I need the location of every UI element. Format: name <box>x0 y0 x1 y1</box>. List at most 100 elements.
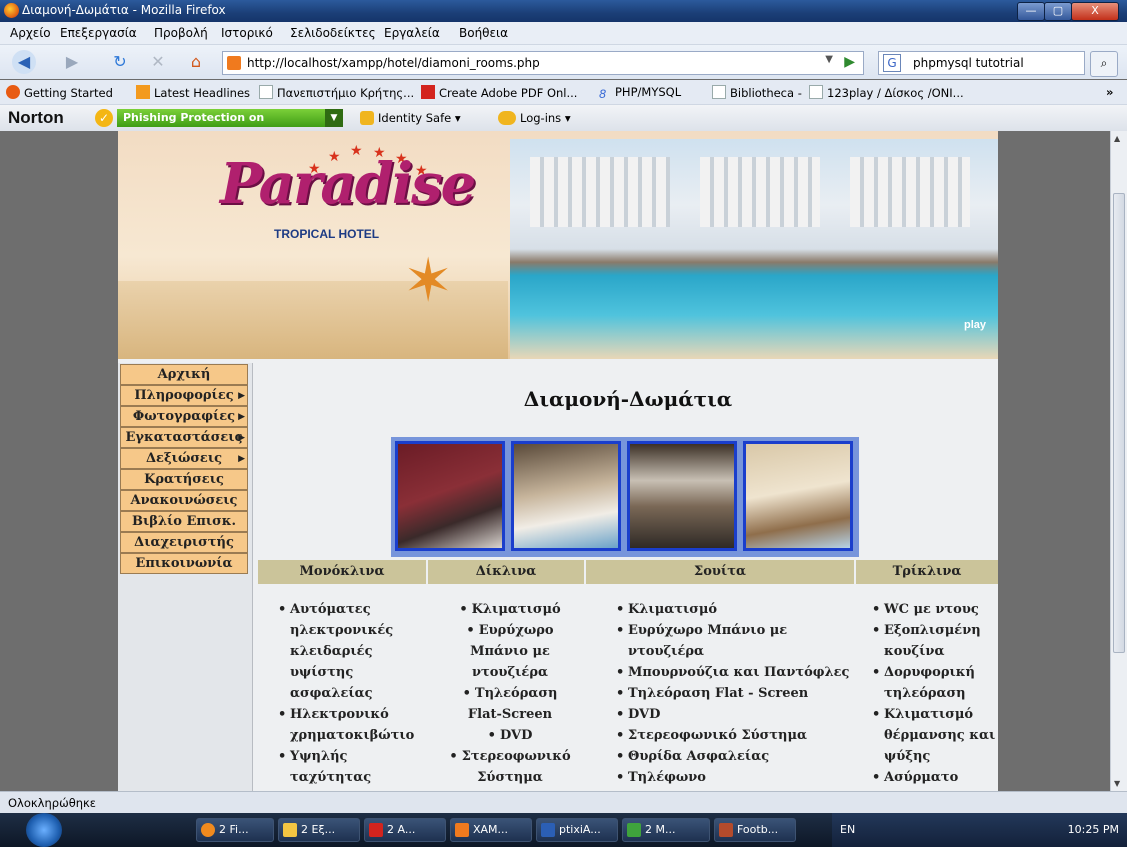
list-item: WC με ντους <box>870 599 998 620</box>
hotel-banner: ★ ★ ★ ★ ★ ★ Paradise TROPICAL HOTEL ✶ pl… <box>118 131 998 359</box>
menu-file[interactable]: Αρχείο <box>10 26 51 40</box>
taskbar-item-explorer[interactable]: 2 Εξ... <box>278 818 360 842</box>
firefox-bookmark-icon <box>6 85 20 99</box>
starfish-image: ✶ <box>403 246 454 316</box>
identity-safe-menu[interactable]: Identity Safe ▾ <box>360 111 461 125</box>
site-favicon <box>227 56 241 70</box>
search-icon[interactable]: ⌕ <box>1090 51 1118 77</box>
double-room-features: Κλιματισμό Ευρύχωρο Μπάνιο με ντουζιέρα … <box>448 599 572 788</box>
window-title: Διαμονή-Δωμάτια - Mozilla Firefox <box>22 3 226 17</box>
menu-edit[interactable]: Επεξεργασία <box>60 26 137 40</box>
sidebar-item-info[interactable]: Πληροφορίες ▶ <box>120 385 248 406</box>
list-item: Κλιματισμό <box>448 599 572 620</box>
back-icon[interactable]: ◀ <box>12 50 36 74</box>
room-photo[interactable] <box>395 441 505 551</box>
bookmark-item[interactable]: 8 PHP/MYSQL <box>599 85 681 101</box>
sidebar-item-contact[interactable]: Επικοινωνία <box>120 553 248 574</box>
vertical-scrollbar[interactable]: ▲ ▼ <box>1110 131 1127 791</box>
search-engine-icon[interactable]: G <box>883 54 901 72</box>
home-icon[interactable]: ⌂ <box>184 50 208 74</box>
taskbar-item-acrobat[interactable]: 2 A... <box>364 818 446 842</box>
list-item: Κλιματισμό θέρμανσης και ψύξης <box>870 704 998 767</box>
search-input[interactable]: phpmysql tutotrial <box>913 56 1024 70</box>
list-item: DVD <box>614 704 864 725</box>
menu-view[interactable]: Προβολή <box>154 26 208 40</box>
triple-room-features: WC με ντους Εξοπλισμένη κουζίνα Δορυφορι… <box>870 599 998 788</box>
navigation-toolbar: ◀ ▶ ↻ ✕ ⌂ http://localhost/xampp/hotel/d… <box>0 45 1127 79</box>
bookmark-item[interactable]: Πανεπιστήμιο Κρήτης... <box>259 85 414 100</box>
list-item: DVD <box>448 725 572 746</box>
taskbar-item-word[interactable]: ptixiA... <box>536 818 618 842</box>
chevron-down-icon: ▼ <box>325 109 343 127</box>
bookmarks-toolbar: Getting Started Latest Headlines Πανεπισ… <box>0 80 1127 105</box>
adobe-icon <box>421 85 435 99</box>
caret-right-icon: ▶ <box>238 433 245 443</box>
scrollbar-thumb[interactable] <box>1113 193 1125 653</box>
logins-menu[interactable]: Log-ins ▾ <box>498 111 571 125</box>
language-indicator[interactable]: EN <box>840 823 855 836</box>
taskbar-item-firefox[interactable]: 2 Fi... <box>196 818 274 842</box>
sidebar-item-announcements[interactable]: Ανακοινώσεις <box>120 490 248 511</box>
bookmark-item[interactable]: Bibliotheca - <box>712 85 802 100</box>
hotel-logo-subtitle: TROPICAL HOTEL <box>274 227 380 241</box>
list-item: Ασύρματο <box>870 767 998 788</box>
go-icon[interactable]: ▶ <box>844 54 855 70</box>
logins-icon <box>498 111 516 125</box>
menu-bookmarks[interactable]: Σελιδοδείκτες <box>290 26 376 40</box>
sidebar-item-guestbook[interactable]: Βιβλίο Επισκ. <box>120 511 248 532</box>
taskbar-item-football[interactable]: Footb... <box>714 818 796 842</box>
maximize-button[interactable]: ▢ <box>1044 2 1072 21</box>
room-photo[interactable] <box>627 441 737 551</box>
taskbar-item-messenger[interactable]: 2 M... <box>622 818 710 842</box>
start-button[interactable] <box>26 813 62 847</box>
single-room-features: Αυτόματες ηλεκτρονικές κλειδαριές υψίστη… <box>276 599 416 788</box>
bookmark-item[interactable]: 123play / Δίσκος /ONI... <box>809 85 964 100</box>
bookmarks-overflow-icon[interactable]: » <box>1106 85 1113 99</box>
sidebar-item-facilities[interactable]: Εγκαταστάσεις ▶ <box>120 427 248 448</box>
bookmark-item[interactable]: Latest Headlines <box>136 85 250 100</box>
list-item: Εξοπλισμένη κουζίνα <box>870 620 998 662</box>
list-item: Ηλεκτρονικό χρηματοκιβώτιο <box>276 704 416 746</box>
hotel-logo: Paradise <box>220 151 476 217</box>
menu-tools[interactable]: Εργαλεία <box>384 26 440 40</box>
url-dropdown-icon[interactable]: ▼ <box>825 54 833 65</box>
scroll-up-icon[interactable]: ▲ <box>1114 134 1120 143</box>
search-bar[interactable]: G phpmysql tutotrial <box>878 51 1085 75</box>
sidebar-item-home[interactable]: Αρχική <box>120 364 248 385</box>
app-icon <box>719 823 733 837</box>
sidebar-item-photos[interactable]: Φωτογραφίες ▶ <box>120 406 248 427</box>
column-header-single: Μονόκλινα <box>258 560 426 584</box>
room-photo[interactable] <box>743 441 853 551</box>
check-icon: ✓ <box>95 109 113 127</box>
bookmark-item[interactable]: Getting Started <box>6 85 113 100</box>
minimize-button[interactable]: — <box>1017 2 1045 21</box>
word-icon <box>541 823 555 837</box>
address-bar[interactable]: http://localhost/xampp/hotel/diamoni_roo… <box>222 51 864 75</box>
forward-icon[interactable]: ▶ <box>60 50 84 74</box>
page-icon <box>809 85 823 99</box>
list-item: Ευρύχωρο Μπάνιο με ντουζιέρα <box>614 620 864 662</box>
hotel-page: ★ ★ ★ ★ ★ ★ Paradise TROPICAL HOTEL ✶ pl… <box>118 131 998 791</box>
list-item: Μπουρνούζια και Παντόφλες <box>614 662 864 683</box>
menu-history[interactable]: Ιστορικό <box>221 26 273 40</box>
bookmark-item[interactable]: Create Adobe PDF Onl... <box>421 85 577 100</box>
clock[interactable]: 10:25 PM <box>1068 823 1119 836</box>
taskbar-item-xampp[interactable]: XAM... <box>450 818 532 842</box>
messenger-icon <box>627 823 641 837</box>
room-photo[interactable] <box>511 441 621 551</box>
phishing-protection-dropdown[interactable]: Phishing Protection on ▼ <box>117 109 343 127</box>
list-item: Κλιματισμό <box>614 599 864 620</box>
close-button[interactable]: X <box>1071 2 1119 21</box>
list-item: Στερεοφωνικό Σύστημα <box>448 746 572 788</box>
page-viewport: ★ ★ ★ ★ ★ ★ Paradise TROPICAL HOTEL ✶ pl… <box>0 131 1110 791</box>
reload-icon[interactable]: ↻ <box>108 50 132 74</box>
sidebar-item-admin[interactable]: Διαχειριστής <box>120 532 248 553</box>
play-label[interactable]: play <box>964 319 986 331</box>
list-item: Τηλεόραση Flat - Screen <box>614 683 864 704</box>
stop-icon[interactable]: ✕ <box>146 50 170 74</box>
menu-help[interactable]: Βοήθεια <box>459 26 508 40</box>
sidebar-item-reservations[interactable]: Κρατήσεις <box>120 469 248 490</box>
sidebar-item-receptions[interactable]: Δεξιώσεις ▶ <box>120 448 248 469</box>
list-item: Δορυφορική τηλεόραση <box>870 662 998 704</box>
scroll-down-icon[interactable]: ▼ <box>1114 779 1120 788</box>
